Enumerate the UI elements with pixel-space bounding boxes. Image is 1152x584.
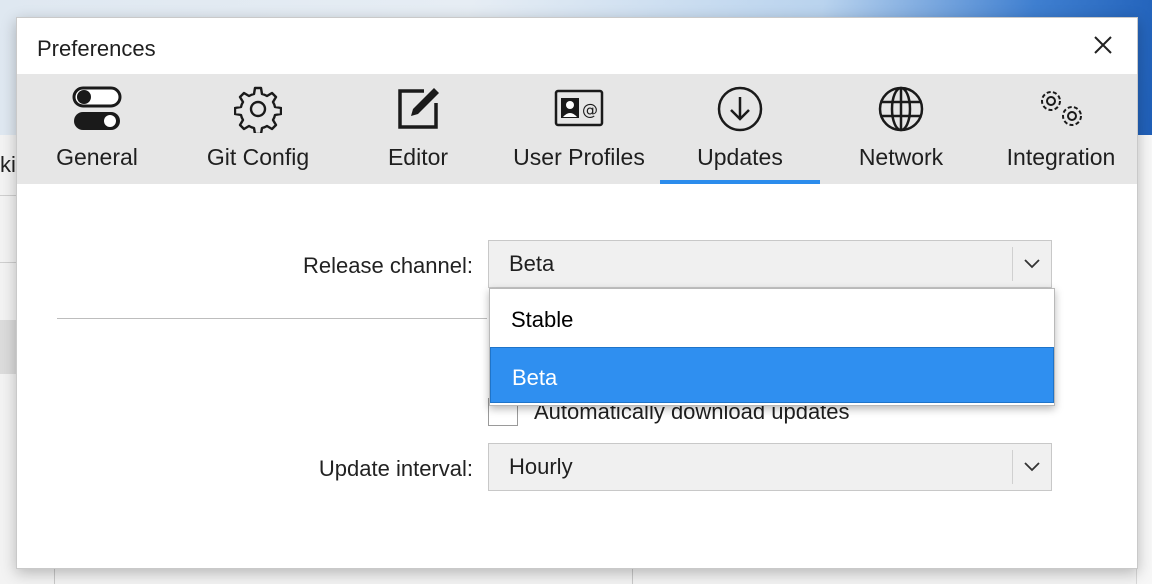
tab-label: User Profiles <box>513 144 645 170</box>
release-channel-label: Release channel: <box>302 253 473 278</box>
close-icon <box>1094 36 1112 54</box>
section-divider <box>57 318 487 319</box>
edit-icon <box>398 88 439 129</box>
release-channel-dropdown: Stable Beta <box>489 288 1055 406</box>
tab-label: General <box>56 144 138 170</box>
update-interval-value: Hourly <box>509 454 573 479</box>
globe-icon <box>878 86 924 132</box>
gear-icon <box>234 86 282 133</box>
tab-label: Network <box>858 144 944 170</box>
tab-bar: General Git Config Editor @ User Profile… <box>17 74 1137 184</box>
option-label: Stable <box>511 307 574 332</box>
tab-user-profiles[interactable]: @ User Profiles <box>499 74 659 184</box>
release-channel-select[interactable]: Beta <box>488 240 1052 288</box>
option-label: Beta <box>512 365 558 390</box>
dropdown-option-stable[interactable]: Stable <box>490 290 1054 346</box>
background-side-panel <box>1136 135 1152 584</box>
background-divider <box>0 195 16 196</box>
background-panel <box>0 320 16 374</box>
background-divider <box>0 262 16 263</box>
chevron-down-icon <box>1013 444 1051 490</box>
tab-label: Editor <box>387 144 449 170</box>
dropdown-option-beta[interactable]: Beta <box>490 347 1054 403</box>
gears-icon <box>1041 91 1082 126</box>
tab-label: Updates <box>697 144 783 170</box>
chevron-down-icon <box>1013 241 1051 287</box>
tab-updates[interactable]: Updates <box>660 74 820 184</box>
tab-label: Git Config <box>206 144 310 170</box>
tab-git-config[interactable]: Git Config <box>178 74 338 184</box>
contact-card-icon: @ <box>554 89 604 127</box>
tab-network[interactable]: Network <box>821 74 981 184</box>
tab-general[interactable]: General <box>17 74 177 184</box>
close-button[interactable] <box>1083 28 1123 62</box>
tab-label: Integration <box>1006 144 1116 170</box>
download-circle-icon <box>717 86 763 132</box>
tab-editor[interactable]: Editor <box>338 74 498 184</box>
svg-text:@: @ <box>582 100 598 119</box>
update-interval-label: Update interval: <box>318 456 473 481</box>
update-interval-select[interactable]: Hourly <box>488 443 1052 491</box>
toggle-switch-icon <box>72 86 122 130</box>
release-channel-value: Beta <box>509 251 555 276</box>
preferences-dialog: Preferences General Git Config Editor @ … <box>16 17 1138 569</box>
dialog-title: Preferences <box>37 36 156 61</box>
tab-integration[interactable]: Integration <box>981 74 1141 184</box>
